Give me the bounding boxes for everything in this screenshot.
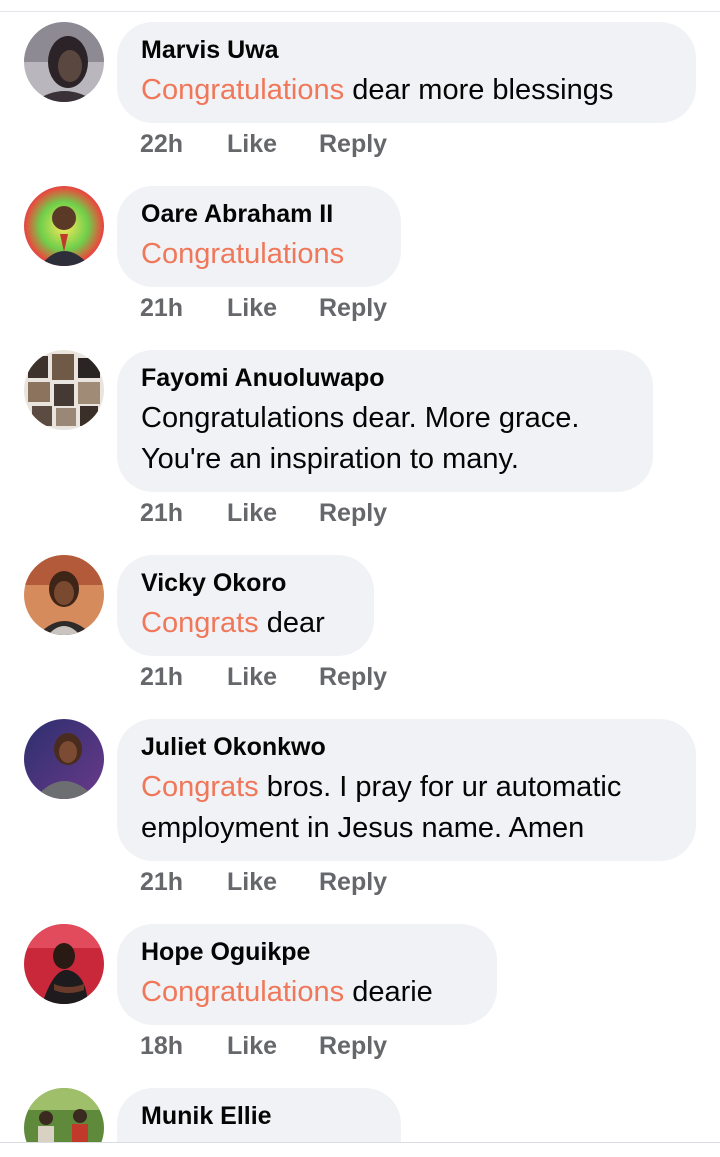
bottom-divider [0, 1142, 720, 1143]
reply-button[interactable]: Reply [319, 499, 387, 528]
comment-item: Juliet Okonkwo Congrats bros. I pray for… [0, 719, 720, 904]
comment-actions: 22h Like Reply [140, 128, 387, 160]
like-button[interactable]: Like [227, 130, 319, 159]
comment-author[interactable]: Oare Abraham II [141, 199, 377, 229]
avatar[interactable] [24, 22, 104, 102]
comment-item: Hope Oguikpe Congratulations dearie 18h … [0, 924, 720, 1069]
comment-item: Fayomi Anuoluwapo Congratulations dear. … [0, 350, 720, 535]
like-button[interactable]: Like [227, 499, 319, 528]
comment-item: Munik Ellie [0, 1088, 720, 1142]
comment-bubble: Munik Ellie [117, 1088, 401, 1142]
reply-button[interactable]: Reply [319, 130, 387, 159]
avatar[interactable] [24, 924, 104, 1004]
like-button[interactable]: Like [227, 1032, 319, 1061]
comment-text: Congratulations [141, 234, 377, 275]
comment-actions: 18h Like Reply [140, 1030, 387, 1062]
comment-bubble: Fayomi Anuoluwapo Congratulations dear. … [117, 350, 653, 492]
comment-body: dear more blessings [344, 74, 614, 106]
comment-actions: 21h Like Reply [140, 661, 387, 693]
avatar[interactable] [24, 555, 104, 635]
comment-timestamp[interactable]: 21h [140, 294, 227, 323]
highlighted-word: Congratulations [141, 74, 345, 106]
comment-item: Oare Abraham II Congratulations 21h Like… [0, 186, 720, 331]
reply-button[interactable]: Reply [319, 663, 387, 692]
like-button[interactable]: Like [227, 663, 319, 692]
comment-timestamp[interactable]: 22h [140, 130, 227, 159]
comment-author[interactable]: Vicky Okoro [141, 568, 350, 598]
avatar[interactable] [24, 350, 104, 430]
comment-text: Congratulations dear. More grace. You're… [141, 398, 629, 480]
comment-bubble: Marvis Uwa Congratulations dear more ble… [117, 22, 696, 123]
comment-text: Congrats bros. I pray for ur automatic e… [141, 767, 672, 849]
highlighted-word: Congrats [141, 607, 259, 639]
comment-body: Congratulations dear. More grace. You're… [141, 402, 580, 475]
highlighted-word: Congratulations [141, 238, 345, 270]
comment-bubble: Oare Abraham II Congratulations [117, 186, 401, 287]
comment-item: Marvis Uwa Congratulations dear more ble… [0, 22, 720, 167]
avatar[interactable] [24, 719, 104, 799]
avatar[interactable] [24, 186, 104, 266]
comment-actions: 21h Like Reply [140, 497, 387, 529]
highlighted-word: Congratulations [141, 976, 345, 1008]
comment-author[interactable]: Munik Ellie [141, 1101, 377, 1131]
comment-bubble: Hope Oguikpe Congratulations dearie [117, 924, 497, 1025]
comment-actions: 21h Like Reply [140, 292, 387, 324]
comment-actions: 21h Like Reply [140, 866, 387, 898]
comment-author[interactable]: Fayomi Anuoluwapo [141, 363, 629, 393]
comment-text: Congrats dear [141, 603, 350, 644]
reply-button[interactable]: Reply [319, 1032, 387, 1061]
comment-timestamp[interactable]: 21h [140, 663, 227, 692]
highlighted-word: Congrats [141, 771, 259, 803]
reply-button[interactable]: Reply [319, 294, 387, 323]
comment-bubble: Vicky Okoro Congrats dear [117, 555, 374, 656]
comment-author[interactable]: Hope Oguikpe [141, 937, 473, 967]
comment-text: Congratulations dear more blessings [141, 70, 672, 111]
comment-timestamp[interactable]: 18h [140, 1032, 227, 1061]
comment-text: Congratulations dearie [141, 972, 473, 1013]
comment-timestamp[interactable]: 21h [140, 868, 227, 897]
top-divider [0, 11, 720, 12]
avatar[interactable] [24, 1088, 104, 1142]
comment-body: dear [258, 607, 325, 639]
comment-author[interactable]: Marvis Uwa [141, 35, 672, 65]
comment-body: dearie [344, 976, 433, 1008]
comment-author[interactable]: Juliet Okonkwo [141, 732, 672, 762]
comment-item: Vicky Okoro Congrats dear 21h Like Reply [0, 555, 720, 700]
reply-button[interactable]: Reply [319, 868, 387, 897]
like-button[interactable]: Like [227, 294, 319, 323]
like-button[interactable]: Like [227, 868, 319, 897]
comment-timestamp[interactable]: 21h [140, 499, 227, 528]
comment-bubble: Juliet Okonkwo Congrats bros. I pray for… [117, 719, 696, 861]
